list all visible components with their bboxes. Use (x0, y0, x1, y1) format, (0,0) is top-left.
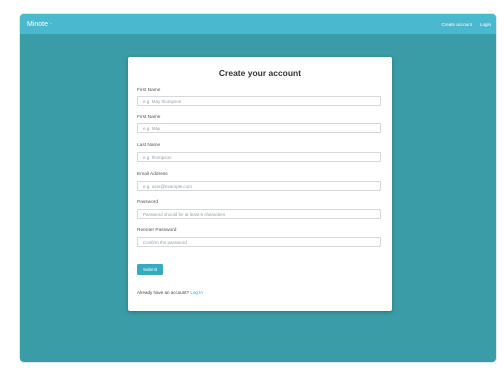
create-account-link[interactable]: Create account (441, 22, 472, 27)
reenter-password-input[interactable] (137, 237, 381, 247)
first-name-input[interactable] (137, 123, 381, 133)
last-name-input[interactable] (137, 152, 381, 162)
password-input[interactable] (137, 209, 381, 219)
signup-card: Create your account First Name First Nam… (128, 57, 392, 311)
full-name-input[interactable] (137, 96, 381, 106)
brand-mark-icon: ◦ (50, 21, 52, 27)
navbar: Minote ◦ Create account Login (20, 14, 496, 34)
login-link[interactable]: Login (480, 22, 491, 27)
form-title: Create your account (218, 68, 302, 78)
reenter-password-label: Reenter Password (137, 228, 177, 233)
nav-links: Create account Login (441, 22, 491, 27)
submit-button[interactable]: Submit (137, 264, 163, 275)
first-name-label: First Name (137, 88, 161, 93)
last-name-label: Last Name (137, 143, 161, 148)
email-label: Email Address (137, 172, 168, 177)
first-name-label-2: First Name (137, 115, 161, 120)
login-prompt-link[interactable]: Log In (190, 290, 203, 295)
brand-name: Minote (27, 20, 49, 28)
password-label: Password (137, 200, 159, 205)
login-prompt: Already have an account? Log In (137, 290, 203, 295)
login-prompt-text: Already have an account? (137, 290, 190, 295)
email-input[interactable] (137, 181, 381, 191)
brand-logo[interactable]: Minote ◦ (27, 21, 52, 28)
app-window: Minote ◦ Create account Login Create you… (20, 14, 496, 362)
